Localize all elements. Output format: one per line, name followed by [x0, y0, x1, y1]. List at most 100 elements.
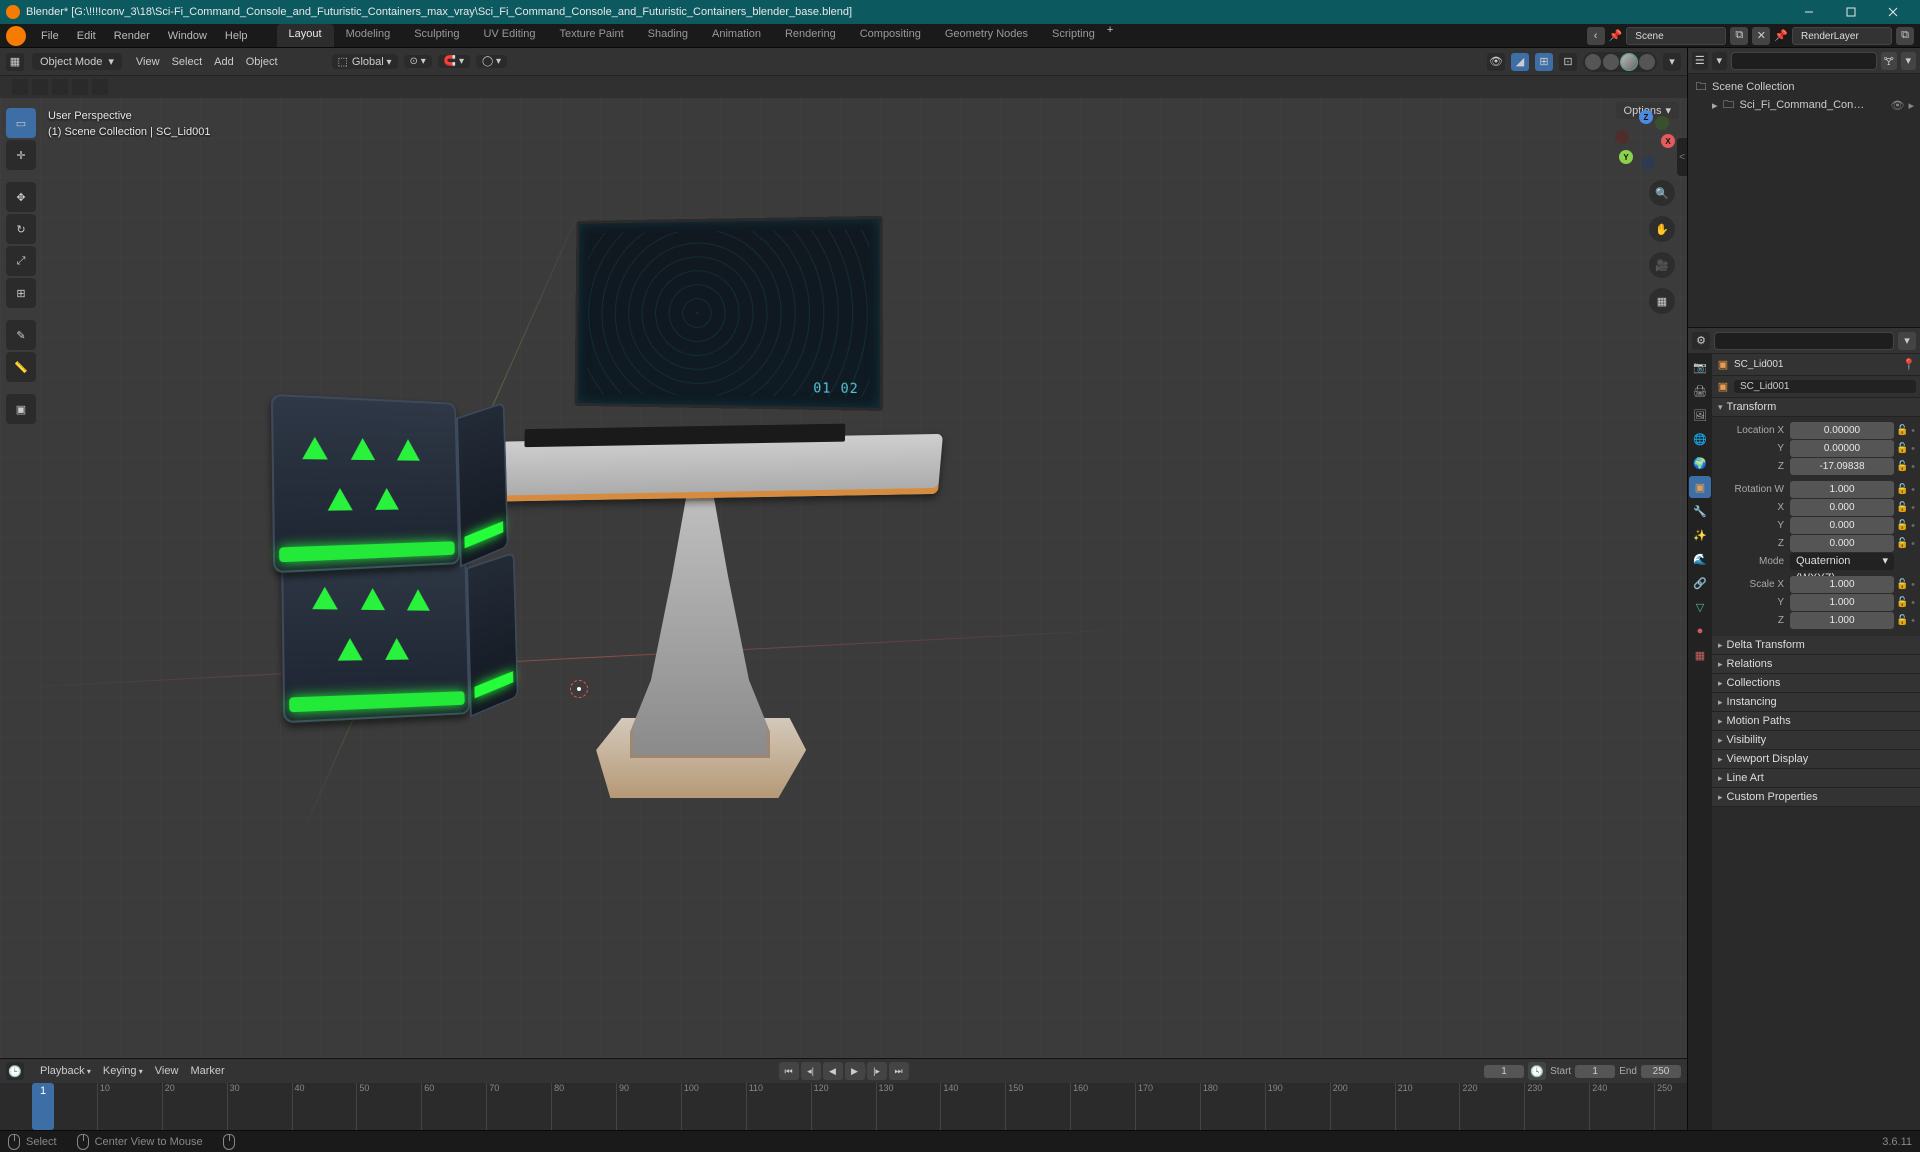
menu-edit[interactable]: Edit — [68, 24, 105, 47]
location-z-field[interactable]: -17.09838 — [1790, 458, 1894, 475]
nav-camera-icon[interactable]: 🎥 — [1649, 252, 1675, 278]
scene-new-button[interactable]: ✕ — [1752, 27, 1770, 45]
tool-measure[interactable]: 📏 — [6, 352, 36, 382]
jump-start-button[interactable]: ⏮ — [779, 1062, 799, 1080]
tool-annotate[interactable]: ✎ — [6, 320, 36, 350]
workspace-tab-animation[interactable]: Animation — [700, 24, 773, 47]
xray-toggle[interactable]: ⊡ — [1559, 53, 1577, 71]
lock-icon[interactable]: 🔓 — [1896, 425, 1908, 436]
viewport-menu-object[interactable]: Object — [240, 54, 284, 70]
lock-icon[interactable]: 🔓 — [1896, 484, 1908, 495]
workspace-tab-uv-editing[interactable]: UV Editing — [471, 24, 547, 47]
timeline-menu-playback[interactable]: Playback ▾ — [34, 1063, 97, 1079]
viewport-menu-select[interactable]: Select — [166, 54, 209, 70]
outliner-display-mode[interactable]: ▾ — [1712, 52, 1728, 70]
properties-tab-viewlayer[interactable]: 🖼 — [1689, 404, 1711, 426]
properties-tab-scene[interactable]: 🌐 — [1689, 428, 1711, 450]
frame-clock-icon[interactable]: 🕓 — [1528, 1062, 1546, 1080]
workspace-tab-geometry-nodes[interactable]: Geometry Nodes — [933, 24, 1040, 47]
tool-transform[interactable]: ⊞ — [6, 278, 36, 308]
axis-neg-y-icon[interactable] — [1655, 116, 1669, 130]
lock-icon[interactable]: 🔓 — [1896, 443, 1908, 454]
lock-icon[interactable]: 🔓 — [1896, 461, 1908, 472]
menu-help[interactable]: Help — [216, 24, 257, 47]
timeline-menu-marker[interactable]: Marker — [184, 1063, 230, 1079]
shading-matpreview[interactable] — [1621, 54, 1637, 70]
shading-rendered[interactable] — [1639, 54, 1655, 70]
rotation-x-field[interactable]: 0.000 — [1790, 499, 1894, 516]
viewport-3d[interactable]: Options▾ User Perspective (1) Scene Coll… — [0, 98, 1687, 1058]
blender-logo-icon[interactable] — [6, 26, 26, 46]
axis-neg-x-icon[interactable] — [1615, 130, 1629, 144]
close-button[interactable] — [1872, 0, 1914, 24]
rotation-w-field[interactable]: 1.000 — [1790, 481, 1894, 498]
workspace-tab-layout[interactable]: Layout — [277, 24, 334, 47]
select-mode-vertex[interactable] — [12, 79, 28, 95]
axis-y-icon[interactable]: Y — [1619, 150, 1633, 164]
scene-browse-button[interactable]: ⧉ — [1730, 27, 1748, 45]
overlay-toggle[interactable]: ⊞ — [1535, 53, 1553, 71]
play-button[interactable]: ▶ — [845, 1062, 865, 1080]
outliner-editor-type-icon[interactable]: ☰ — [1692, 52, 1708, 70]
nav-gizmo[interactable]: Z X Y — [1615, 110, 1675, 170]
properties-tab-data[interactable]: ▽ — [1689, 596, 1711, 618]
editor-type-icon[interactable]: ▦ — [6, 53, 24, 71]
location-x-field[interactable]: 0.00000 — [1790, 422, 1894, 439]
scene-pin-icon[interactable]: 📌 — [1609, 29, 1623, 42]
minimize-button[interactable] — [1788, 0, 1830, 24]
rotation-z-field[interactable]: 0.000 — [1790, 535, 1894, 552]
tool-move[interactable]: ✥ — [6, 182, 36, 212]
panel-relations-header[interactable]: ▸Relations — [1712, 655, 1920, 674]
outliner-filter-button[interactable]: 🝖 — [1881, 52, 1897, 70]
rotation-y-field[interactable]: 0.000 — [1790, 517, 1894, 534]
lock-icon[interactable]: 🔓 — [1896, 615, 1908, 626]
current-frame-field[interactable]: 1 — [1484, 1065, 1524, 1078]
prev-key-button[interactable]: ◂| — [801, 1062, 821, 1080]
start-frame-field[interactable]: 1 — [1575, 1065, 1615, 1078]
axis-z-icon[interactable]: Z — [1639, 110, 1653, 124]
restrict-icon[interactable]: ▸ — [1908, 99, 1914, 112]
menu-render[interactable]: Render — [105, 24, 159, 47]
outliner-scene-collection[interactable]: 🗀 Scene Collection — [1692, 78, 1916, 96]
properties-editor-type-icon[interactable]: ⚙ — [1692, 332, 1710, 350]
panel-line-art-header[interactable]: ▸Line Art — [1712, 769, 1920, 788]
end-frame-field[interactable]: 250 — [1641, 1065, 1681, 1078]
workspace-tab-texture-paint[interactable]: Texture Paint — [547, 24, 635, 47]
select-mode-face[interactable] — [52, 79, 68, 95]
n-panel-handle[interactable] — [1677, 138, 1687, 176]
shading-options-dropdown[interactable]: ▾ — [1663, 53, 1681, 71]
properties-tab-world[interactable]: 🌍 — [1689, 452, 1711, 474]
lock-icon[interactable]: 🔓 — [1896, 502, 1908, 513]
visibility-eye-icon[interactable]: 👁 — [1891, 99, 1905, 112]
gizmo-toggle[interactable]: ◢ — [1511, 53, 1529, 71]
workspace-tab-rendering[interactable]: Rendering — [773, 24, 848, 47]
lock-icon[interactable]: 🔓 — [1896, 597, 1908, 608]
panel-instancing-header[interactable]: ▸Instancing — [1712, 693, 1920, 712]
lock-icon[interactable]: 🔓 — [1896, 538, 1908, 549]
shading-wireframe[interactable] — [1585, 54, 1601, 70]
menu-file[interactable]: File — [32, 24, 68, 47]
rotation-mode-dropdown[interactable]: Quaternion (WXYZ)▾ — [1790, 553, 1894, 570]
tool-add[interactable]: ▣ — [6, 394, 36, 424]
viewport-menu-add[interactable]: Add — [208, 54, 240, 70]
workspace-tab-sculpting[interactable]: Sculpting — [402, 24, 471, 47]
workspace-tab-modeling[interactable]: Modeling — [334, 24, 403, 47]
snap-toggle[interactable]: 🧲 ▾ — [438, 55, 470, 68]
timeline-ruler[interactable]: 1 10203040506070809010011012013014015016… — [0, 1083, 1687, 1130]
tool-cursor[interactable]: ✛ — [6, 140, 36, 170]
location-y-field[interactable]: 0.00000 — [1790, 440, 1894, 457]
maximize-button[interactable] — [1830, 0, 1872, 24]
scale-z-field[interactable]: 1.000 — [1790, 612, 1894, 629]
tool-rotate[interactable]: ↻ — [6, 214, 36, 244]
timeline-editor-type-icon[interactable]: 🕒 — [6, 1062, 24, 1080]
lock-icon[interactable]: 🔓 — [1896, 520, 1908, 531]
scale-x-field[interactable]: 1.000 — [1790, 576, 1894, 593]
next-key-button[interactable]: |▸ — [867, 1062, 887, 1080]
timeline-menu-keying[interactable]: Keying ▾ — [97, 1063, 149, 1079]
panel-viewport-display-header[interactable]: ▸Viewport Display — [1712, 750, 1920, 769]
properties-tab-output[interactable]: 🖨 — [1689, 380, 1711, 402]
properties-tab-particle[interactable]: ✨ — [1689, 524, 1711, 546]
shading-solid[interactable] — [1603, 54, 1619, 70]
tool-scale[interactable]: ⤢ — [6, 246, 36, 276]
pivot-dropdown[interactable]: ⊙ ▾ — [404, 55, 432, 68]
